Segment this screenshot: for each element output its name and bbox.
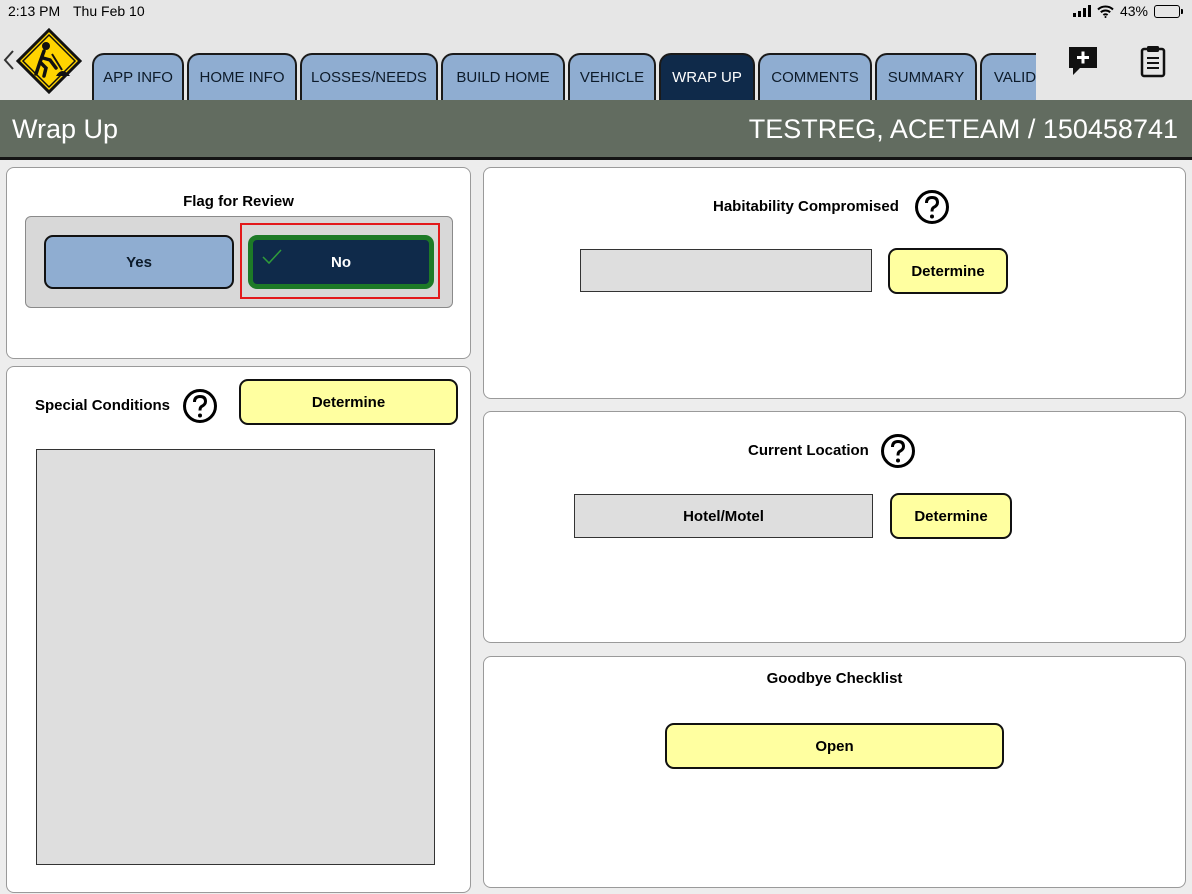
tab-label: BUILD HOME (456, 69, 550, 86)
current-location-determine-button[interactable]: Determine (890, 493, 1012, 539)
question-circle-icon[interactable] (182, 388, 218, 424)
chevron-left-icon[interactable] (2, 48, 16, 72)
open-label: Open (815, 737, 854, 755)
flag-yes-label: Yes (126, 253, 152, 271)
flag-yes-button[interactable]: Yes (44, 235, 234, 289)
habitability-label: Habitability Compromised (713, 198, 899, 215)
special-conditions-label: Special Conditions (35, 397, 171, 414)
tab-build-home[interactable]: BUILD HOME (441, 53, 565, 100)
special-conditions-panel: Special Conditions Determine (6, 366, 471, 893)
checkmark-icon (262, 249, 282, 265)
flag-review-panel: Flag for Review Yes No (6, 167, 471, 359)
question-circle-icon[interactable] (914, 189, 950, 225)
flag-no-label: No (331, 253, 351, 271)
add-comment-icon[interactable] (1066, 44, 1100, 78)
goodbye-checklist-label: Goodbye Checklist (766, 670, 903, 687)
goodbye-checklist-panel: Goodbye Checklist Open (483, 656, 1186, 888)
tab-comments[interactable]: COMMENTS (758, 53, 872, 100)
tab-wrap-up[interactable]: WRAP UP (659, 53, 755, 100)
construction-worker-sign-icon (16, 28, 82, 94)
habitability-determine-button[interactable]: Determine (888, 248, 1008, 294)
tab-vehicle[interactable]: VEHICLE (568, 53, 656, 100)
goodbye-checklist-open-button[interactable]: Open (665, 723, 1004, 769)
page-title: Wrap Up (12, 114, 119, 144)
tab-label: VEHICLE (579, 69, 645, 86)
determine-label: Determine (911, 262, 985, 280)
flag-no-button[interactable]: No (248, 235, 434, 289)
status-bar: 2:13 PM Thu Feb 10 43% (0, 0, 1192, 22)
tab-valida[interactable]: VALIDA (980, 53, 1036, 100)
status-time: 2:13 PM (8, 3, 61, 19)
habitability-panel: Habitability Compromised Determine (483, 167, 1186, 399)
determine-label: Determine (914, 507, 988, 525)
status-date: Thu Feb 10 (73, 3, 145, 19)
client-info: TESTREG, ACETEAM / 150458741 (748, 114, 1178, 144)
tab-label: HOME INFO (199, 69, 285, 86)
tab-bar: APP INFO HOME INFO LOSSES/NEEDS BUILD HOME V… (92, 52, 1036, 100)
tab-label: LOSSES/NEEDS (311, 69, 427, 86)
tab-label: COMMENTS (771, 69, 859, 86)
tab-summary[interactable]: SUMMARY (875, 53, 977, 100)
clipboard-icon[interactable] (1136, 44, 1170, 78)
special-conditions-textarea[interactable] (36, 449, 435, 865)
cellular-signal-icon (1072, 5, 1091, 17)
battery-percent: 43% (1119, 3, 1148, 19)
tab-label: VALIDA (993, 69, 1036, 86)
wifi-icon (1097, 5, 1114, 18)
tab-home-info[interactable]: HOME INFO (187, 53, 297, 100)
special-conditions-determine-button[interactable]: Determine (239, 379, 458, 425)
flag-review-toggle: Yes No (25, 216, 453, 308)
battery-icon (1154, 4, 1183, 18)
habitability-field (580, 249, 872, 292)
determine-label: Determine (311, 393, 386, 411)
tab-app-info[interactable]: APP INFO (92, 53, 184, 100)
title-bar: Wrap Up TESTREG, ACETEAM / 150458741 (0, 100, 1192, 160)
current-location-field: Hotel/Motel (574, 494, 873, 538)
tab-label: WRAP UP (672, 69, 742, 86)
current-location-panel: Current Location Hotel/Motel Determine (483, 411, 1186, 643)
status-indicators: 43% (1072, 3, 1183, 19)
question-circle-icon[interactable] (880, 433, 916, 469)
tab-label: APP INFO (103, 69, 173, 86)
current-location-label: Current Location (748, 442, 869, 459)
flag-review-label: Flag for Review (183, 193, 294, 210)
tab-label: SUMMARY (887, 69, 965, 86)
tab-losses-needs[interactable]: LOSSES/NEEDS (300, 53, 438, 100)
nav-bar: APP INFO HOME INFO LOSSES/NEEDS BUILD HOME V… (0, 22, 1192, 100)
